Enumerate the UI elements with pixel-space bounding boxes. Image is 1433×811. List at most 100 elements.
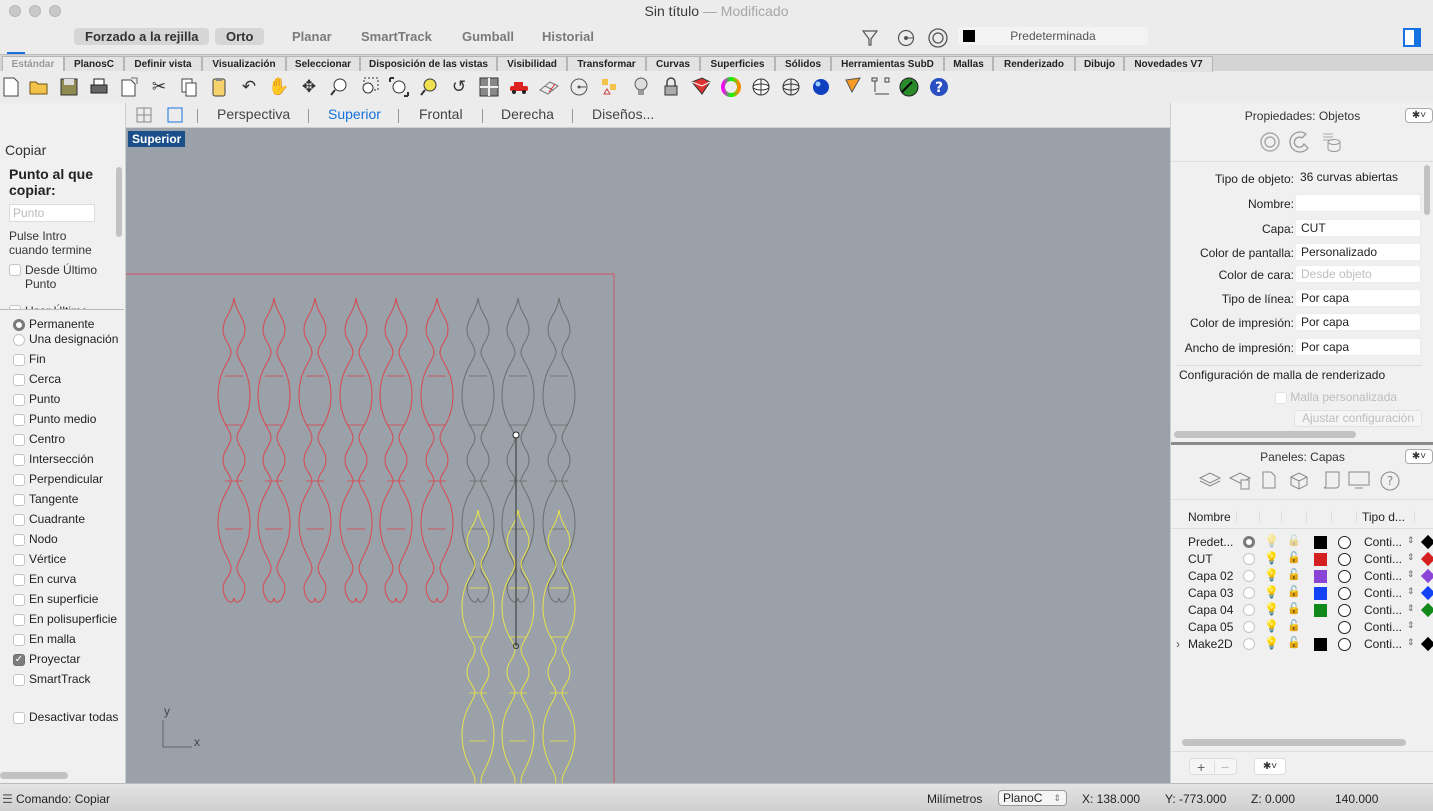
layer-linetype[interactable]: Conti... (1364, 569, 1402, 583)
car-icon[interactable] (508, 76, 530, 98)
properties-vscrollbar[interactable] (1424, 165, 1430, 215)
property-value[interactable]: Por capa (1295, 289, 1421, 307)
osnap-item[interactable]: En malla (13, 631, 76, 647)
osnap-mode-permanent[interactable]: Permanente (13, 316, 94, 332)
snap-dimension-icon[interactable] (870, 76, 892, 98)
osnap-item[interactable]: Punto medio (13, 411, 96, 427)
osnap-item[interactable]: SmartTrack (13, 671, 91, 687)
osnap-item[interactable]: Nodo (13, 531, 58, 547)
column-header-linetype[interactable]: Tipo d... (1362, 510, 1405, 524)
four-viewports-icon[interactable] (136, 107, 152, 126)
osnap-item[interactable]: Intersección (13, 451, 94, 467)
circle-icon[interactable] (568, 76, 590, 98)
new-icon[interactable] (0, 76, 22, 98)
osnap-item[interactable]: ✓ Proyectar (13, 651, 80, 667)
command-scrollbar[interactable] (116, 167, 122, 237)
command-line[interactable]: Comando: Copiar (16, 792, 110, 806)
light-bulb-icon[interactable]: 💡 (1264, 534, 1279, 548)
material-circle-icon[interactable] (1338, 587, 1351, 600)
attribute-text-icon[interactable] (1319, 130, 1343, 157)
radio[interactable] (13, 318, 25, 331)
layer-name[interactable]: Capa 04 (1188, 603, 1233, 617)
unlock-icon[interactable]: 🔓 (1287, 619, 1301, 632)
checkbox[interactable] (13, 453, 25, 466)
layer-icon[interactable] (690, 76, 712, 98)
current-layer-select[interactable]: Predeterminada (958, 27, 1148, 45)
current-layer-radio[interactable] (1243, 587, 1255, 599)
print-color-diamond[interactable] (1420, 534, 1433, 550)
layer-name[interactable]: Predet... (1188, 535, 1233, 549)
osnap-item[interactable]: Fin (13, 351, 46, 367)
osnap-item[interactable]: Punto (13, 391, 60, 407)
tab-superior[interactable]: Superior (328, 106, 381, 122)
layer-row[interactable]: › Make2D 💡 🔓 Conti... ⇕ (1171, 636, 1433, 653)
column-header-name[interactable]: Nombre (1188, 510, 1231, 524)
layers-options-button[interactable]: ✱˅ (1405, 449, 1433, 464)
toggle-history[interactable]: Historial (531, 28, 605, 45)
command-history-icon[interactable]: ☰ (2, 792, 13, 806)
point-input[interactable]: Punto (9, 204, 95, 222)
checkbox[interactable] (13, 413, 25, 426)
print-color-diamond[interactable] (1420, 602, 1433, 618)
checkbox[interactable] (13, 711, 25, 724)
light-bulb-icon[interactable] (630, 76, 652, 98)
osnap-item[interactable]: Vértice (13, 551, 66, 567)
properties-options-button[interactable]: ✱˅ (1405, 108, 1433, 123)
checkbox[interactable] (13, 373, 25, 386)
osnap-item[interactable]: En curva (13, 571, 76, 587)
material-circle-icon[interactable] (1338, 570, 1351, 583)
filter-icon[interactable] (859, 27, 881, 49)
layer-row[interactable]: Capa 04 💡 🔓 Conti... ⇕ (1171, 602, 1433, 619)
cone-icon[interactable] (842, 76, 864, 98)
layer-name[interactable]: Make2D (1188, 637, 1233, 651)
layer-color-swatch[interactable] (1314, 570, 1327, 583)
tab-disposicion-vistas[interactable]: Disposición de las vistas (360, 56, 497, 72)
notes-icon[interactable] (1320, 470, 1342, 493)
property-value[interactable]: Por capa (1295, 338, 1421, 356)
layer-states-icon[interactable] (1228, 470, 1252, 493)
osnap-item[interactable]: En polisuperficie (13, 611, 117, 627)
current-layer-radio[interactable] (1243, 621, 1255, 633)
tab-dibujo[interactable]: Dibujo (1075, 56, 1124, 72)
print-color-diamond[interactable] (1420, 551, 1433, 567)
unlock-icon[interactable]: 🔓 (1287, 585, 1301, 598)
checkbox[interactable] (9, 305, 21, 309)
updown-icon[interactable]: ⇕ (1407, 535, 1415, 546)
tab-visualizacion[interactable]: Visualización (202, 56, 286, 72)
updown-icon[interactable]: ⇕ (1407, 569, 1415, 580)
radar-icon[interactable] (898, 76, 920, 98)
units-label[interactable]: Milímetros (927, 792, 982, 806)
current-layer-radio[interactable] (1243, 604, 1255, 616)
save-icon[interactable] (58, 76, 80, 98)
layer-row[interactable]: CUT 💡 🔓 Conti... ⇕ (1171, 551, 1433, 568)
zoom-window-icon[interactable] (358, 76, 380, 98)
property-value[interactable]: CUT (1295, 219, 1421, 237)
tab-seleccionar[interactable]: Seleccionar (286, 56, 360, 72)
updown-icon[interactable]: ⇕ (1407, 603, 1415, 614)
display-icon[interactable] (1347, 470, 1371, 493)
osnap-item[interactable]: Perpendicular (13, 471, 103, 487)
unlock-icon[interactable]: 🔓 (1287, 551, 1301, 564)
current-layer-radio[interactable] (1243, 638, 1255, 650)
viewport-canvas[interactable] (126, 128, 1170, 783)
checkbox[interactable] (13, 493, 25, 506)
material-circle-icon[interactable] (1338, 553, 1351, 566)
paste-icon[interactable] (208, 76, 230, 98)
viewport-top[interactable]: Superior y x (126, 128, 1170, 783)
undo-view-icon[interactable]: ↺ (448, 76, 470, 98)
layer-color-swatch[interactable] (1314, 553, 1327, 566)
tab-renderizado[interactable]: Renderizado (993, 56, 1075, 72)
checkbox[interactable] (13, 473, 25, 486)
toggle-planar[interactable]: Planar (281, 28, 343, 45)
copy-icon[interactable] (178, 76, 200, 98)
print-color-diamond[interactable] (1420, 585, 1433, 601)
checkbox[interactable] (13, 393, 25, 406)
viewport-label[interactable]: Superior (128, 131, 186, 147)
checkbox[interactable] (13, 613, 25, 626)
grid-sphere-icon[interactable] (780, 76, 802, 98)
tab-disenos[interactable]: Diseños... (592, 106, 654, 122)
osnap-target-icon[interactable] (927, 27, 949, 49)
toggle-smarttrack[interactable]: SmartTrack (350, 28, 443, 45)
open-icon[interactable] (28, 76, 50, 98)
blue-sphere-icon[interactable] (810, 76, 832, 98)
